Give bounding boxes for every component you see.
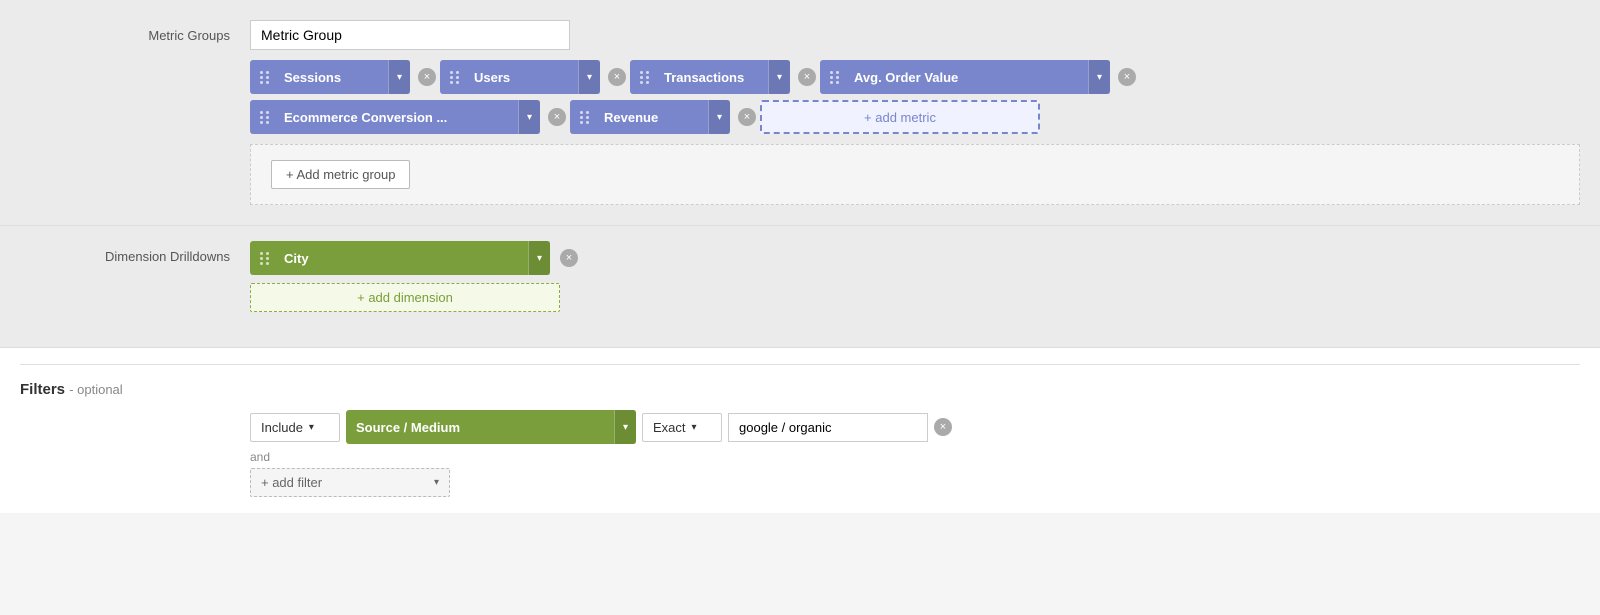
drag-handle-city[interactable] [250,252,280,265]
add-metric-group-button[interactable]: + Add metric group [271,160,410,189]
metrics-row-1: Sessions ▾ × [250,60,1580,94]
drag-dots-ecommerce [256,111,274,124]
include-label: Include [261,420,303,435]
metric-chip-ecommerce-label: Ecommerce Conversion ... [280,110,518,125]
metric-chip-ecommerce: Ecommerce Conversion ... ▾ [250,100,540,134]
drag-dots-avg-order [826,71,844,84]
include-caret-icon: ▾ [309,422,314,433]
caret-sessions: ▾ [397,72,402,83]
exact-caret-icon: ▾ [692,422,697,433]
metric-chip-transactions-dropdown[interactable]: ▾ [768,60,790,94]
metric-chip-users: Users ▾ [440,60,600,94]
main-container: Metric Groups [0,0,1600,513]
filters-section: Filters - optional Include ▾ Source / Me… [0,348,1600,513]
metric-chip-ecommerce-dropdown[interactable]: ▾ [518,100,540,134]
exact-label: Exact [653,420,686,435]
add-filter-row: + add filter ▾ [250,468,1580,497]
drag-dots-users [446,71,464,84]
filter-value-input[interactable] [728,413,928,442]
caret-transactions: ▾ [777,72,782,83]
drag-handle-users[interactable] [440,71,470,84]
metric-chip-ecommerce-close[interactable]: × [548,108,566,126]
metric-chip-sessions: Sessions ▾ [250,60,410,94]
metric-groups-content: Sessions ▾ × [250,20,1580,205]
drag-dots-transactions [636,71,654,84]
metric-chip-avg-order-close[interactable]: × [1118,68,1136,86]
drag-handle-transactions[interactable] [630,71,660,84]
dimension-chip-city-label: City [280,251,528,266]
metric-chip-users-close[interactable]: × [608,68,626,86]
metric-chip-sessions-label: Sessions [280,70,388,85]
add-filter-label: + add filter [261,475,322,490]
drag-dots-sessions [256,71,274,84]
metric-chip-avg-order-dropdown[interactable]: ▾ [1088,60,1110,94]
dimension-chip-city: City ▾ [250,241,550,275]
caret-city: ▾ [537,253,542,264]
caret-users: ▾ [587,72,592,83]
metric-chip-revenue-close[interactable]: × [738,108,756,126]
dimension-chip-city-dropdown[interactable]: ▾ [528,241,550,275]
metric-group-name-input[interactable] [250,20,570,50]
metric-chip-revenue-dropdown[interactable]: ▾ [708,100,730,134]
add-metric-group-container: + Add metric group [250,144,1580,205]
metric-chip-revenue: Revenue ▾ [570,100,730,134]
add-metric-label: + add metric [864,110,936,125]
dimension-content: City ▾ × + add dimension [250,241,1580,312]
filter-row: Include ▾ Source / Medium ▾ Exact ▾ × [250,410,1580,444]
metric-chip-avg-order: Avg. Order Value ▾ [820,60,1110,94]
metrics-row-2: Ecommerce Conversion ... ▾ × [250,100,1580,134]
drag-handle-avg-order[interactable] [820,71,850,84]
metric-groups-section: Metric Groups [0,0,1600,226]
dimension-row: Dimension Drilldowns City [0,241,1600,332]
source-medium-dropdown[interactable]: ▾ [614,410,636,444]
source-medium-label: Source / Medium [346,420,614,435]
dimension-label: Dimension Drilldowns [20,241,250,264]
metric-chip-sessions-close[interactable]: × [418,68,436,86]
caret-ecommerce: ▾ [527,112,532,123]
add-filter-caret-icon: ▾ [434,477,439,488]
metric-chip-avg-order-label: Avg. Order Value [850,70,1088,85]
exact-dropdown[interactable]: Exact ▾ [642,413,722,442]
add-filter-button[interactable]: + add filter ▾ [250,468,450,497]
metric-groups-label: Metric Groups [20,20,250,43]
include-dropdown[interactable]: Include ▾ [250,413,340,442]
add-metric-button[interactable]: + add metric [760,100,1040,134]
dimension-section: Dimension Drilldowns City [0,226,1600,348]
filter-close-button[interactable]: × [934,418,952,436]
drag-dots-revenue [576,111,594,124]
caret-revenue: ▾ [717,112,722,123]
drag-dots-city [256,252,274,265]
metric-chip-users-label: Users [470,70,578,85]
metric-groups-row: Metric Groups [0,20,1600,225]
metric-chip-transactions-label: Transactions [660,70,768,85]
caret-source-medium: ▾ [623,422,628,433]
metric-chip-transactions: Transactions ▾ [630,60,790,94]
caret-avg-order: ▾ [1097,72,1102,83]
dimension-chip-city-close[interactable]: × [560,249,578,267]
and-text: and [250,450,1580,464]
filters-label: Filters [20,381,65,398]
drag-handle-sessions[interactable] [250,71,280,84]
drag-handle-ecommerce[interactable] [250,111,280,124]
filters-title: Filters - optional [20,364,1580,398]
metric-chip-sessions-dropdown[interactable]: ▾ [388,60,410,94]
metric-chip-revenue-label: Revenue [600,110,708,125]
filters-optional: - optional [69,382,122,397]
add-dimension-button[interactable]: + add dimension [250,283,560,312]
metric-chip-transactions-close[interactable]: × [798,68,816,86]
metric-chip-users-dropdown[interactable]: ▾ [578,60,600,94]
source-medium-chip: Source / Medium ▾ [346,410,636,444]
drag-handle-revenue[interactable] [570,111,600,124]
dimension-chips-row: City ▾ × [250,241,1580,275]
